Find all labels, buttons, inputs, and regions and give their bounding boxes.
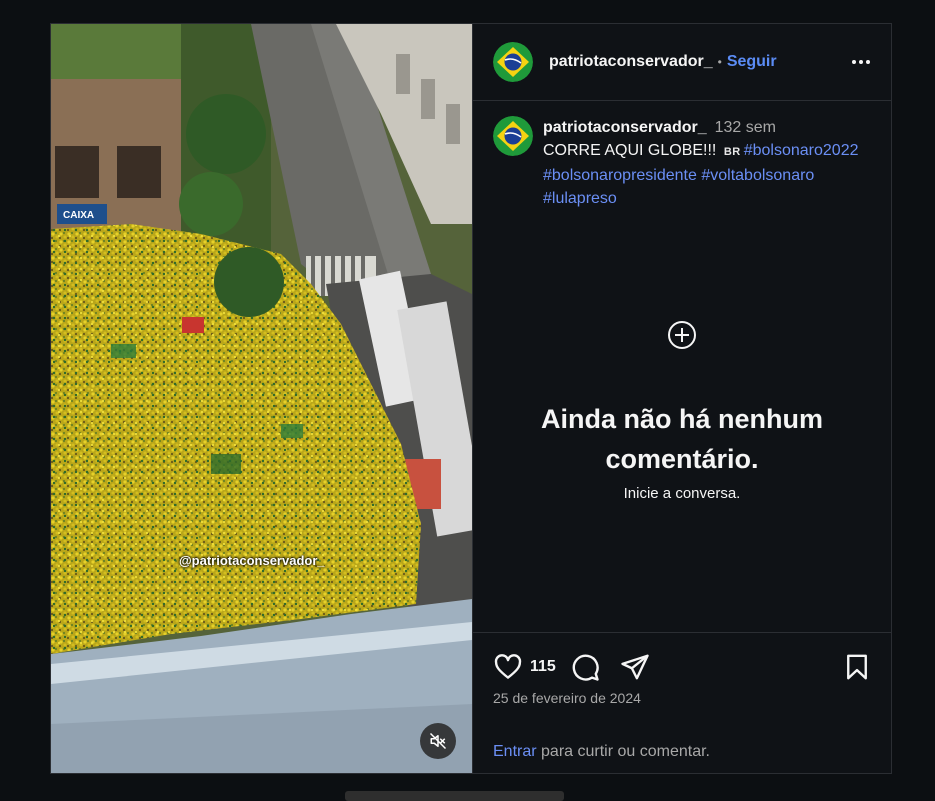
caption-username[interactable]: patriotaconservador_: [543, 119, 707, 136]
follow-button[interactable]: Seguir: [727, 53, 777, 71]
caption-timestamp[interactable]: 132 sem: [715, 119, 776, 136]
login-prompt: Entrar para curtir ou comentar.: [493, 743, 710, 761]
video-watermark: @patriotaconservador_: [179, 553, 325, 568]
comment-bubble-icon: [572, 654, 599, 681]
hashtag-link[interactable]: #bolsonaropresidente: [543, 167, 697, 184]
share-button[interactable]: [620, 652, 650, 682]
like-button[interactable]: [493, 652, 523, 682]
save-button[interactable]: [842, 652, 872, 682]
empty-comments-subtitle: Inicie a conversa.: [623, 485, 741, 502]
post-video[interactable]: CAIXA @patriotaconservador_: [51, 24, 472, 773]
hashtag-link[interactable]: #bolsonaro2022: [744, 142, 859, 159]
post-side-panel: patriotaconservador_ • Seguir patriotaco…: [472, 24, 891, 773]
load-more-comments-button[interactable]: [666, 319, 698, 351]
post-caption: patriotaconservador_ 132 sem CORRE AQUI G…: [473, 101, 891, 210]
hashtag-link[interactable]: #lulapreso: [543, 190, 617, 207]
caption-text: CORRE AQUI GLOBE!!!: [543, 142, 717, 159]
post-author-username[interactable]: patriotaconservador_: [549, 53, 713, 71]
login-link[interactable]: Entrar: [493, 743, 537, 760]
brazil-flag-avatar-icon: [493, 42, 533, 82]
speaker-muted-icon: [429, 732, 447, 750]
separator-dot: •: [717, 55, 722, 69]
caption-avatar[interactable]: [493, 116, 533, 156]
comment-button[interactable]: [570, 652, 600, 682]
empty-comments-title: Ainda não há nenhum comentário.: [540, 404, 823, 474]
caixa-sign: CAIXA: [63, 210, 94, 221]
post-header: patriotaconservador_ • Seguir: [473, 24, 891, 101]
more-options-button[interactable]: [849, 50, 873, 74]
brazil-flag-avatar-icon: [493, 116, 533, 156]
plus-circle-icon: [668, 321, 696, 349]
video-frame: CAIXA: [51, 24, 472, 773]
post-date[interactable]: 25 de fevereiro de 2024: [493, 690, 641, 706]
caption-body: patriotaconservador_ 132 sem CORRE AQUI G…: [543, 116, 871, 210]
mute-button[interactable]: [420, 723, 456, 759]
bookmark-icon: [847, 654, 867, 680]
post-modal: CAIXA @patriotaconservador_ patriotacons…: [50, 23, 892, 774]
comments-section: patriotaconservador_ 132 sem CORRE AQUI G…: [473, 101, 891, 632]
hashtag-link[interactable]: #voltabolsonaro: [701, 167, 814, 184]
horizontal-scrollbar[interactable]: [345, 791, 564, 801]
like-count[interactable]: 115: [530, 658, 556, 676]
heart-icon: [494, 654, 522, 679]
send-icon: [621, 654, 649, 680]
avatar[interactable]: [493, 42, 533, 82]
br-flag-emoji: BR: [723, 146, 741, 158]
post-actions: 115 25 de fevereiro de 2024 Entrar para: [473, 632, 891, 773]
more-horizontal-icon: [852, 60, 870, 64]
login-prompt-text: para curtir ou comentar.: [536, 743, 710, 760]
